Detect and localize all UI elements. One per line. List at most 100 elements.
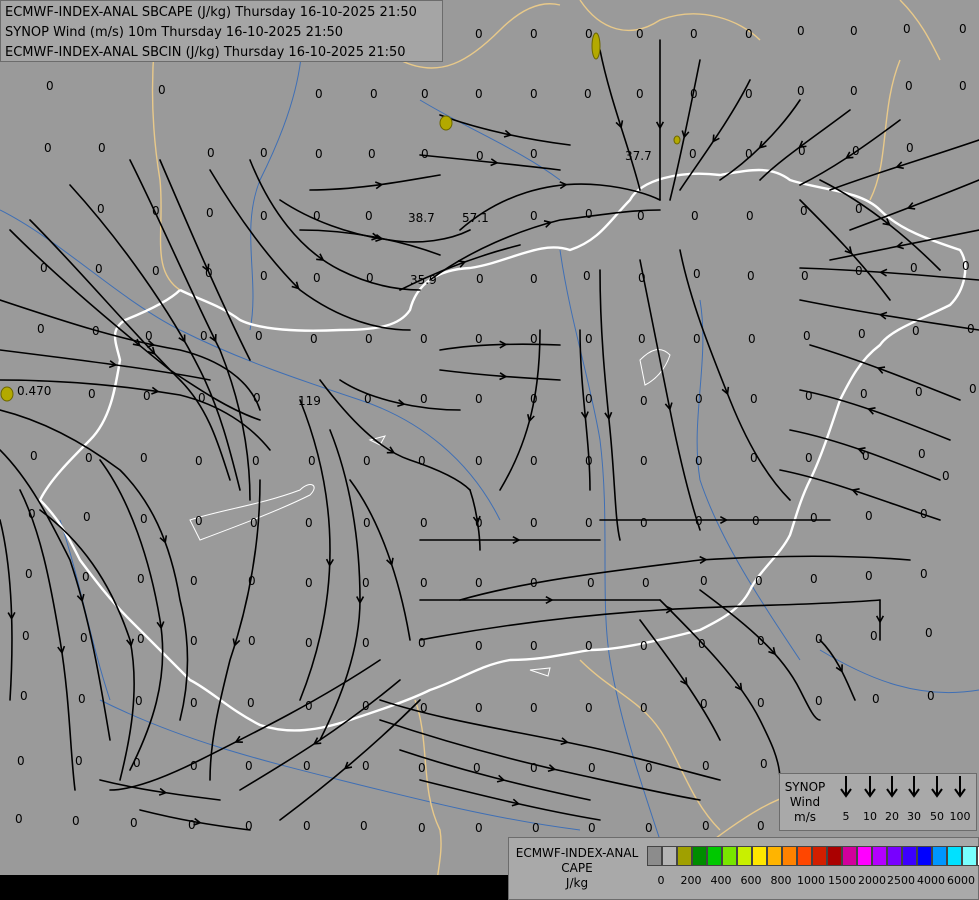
cin-zero-label: 0 <box>750 392 758 406</box>
cin-zero-label: 0 <box>475 576 483 590</box>
cin-zero-label: 0 <box>870 629 878 643</box>
cin-zero-label: 0 <box>92 324 100 338</box>
cin-zero-label: 0 <box>80 631 88 645</box>
cin-zero-label: 0 <box>585 27 593 41</box>
wind-arrow-icon <box>954 776 966 798</box>
cin-zero-label: 0 <box>702 759 710 773</box>
cape-scale-label: 800 <box>770 874 792 887</box>
cape-color-swatch <box>797 846 812 866</box>
cin-zero-label: 0 <box>30 449 38 463</box>
cin-zero-label: 0 <box>28 507 36 521</box>
cin-zero-label: 0 <box>15 812 23 826</box>
cin-zero-label: 0 <box>640 701 648 715</box>
cin-zero-label: 0 <box>206 206 214 220</box>
cin-zero-label: 0 <box>532 821 540 835</box>
wind-legend-title: SYNOP Wind m/s <box>782 780 828 825</box>
title-line-wind: SYNOP Wind (m/s) 10m Thursday 16-10-2025… <box>5 25 344 40</box>
cin-zero-label: 0 <box>303 819 311 833</box>
wind-arrow-icon <box>931 776 943 798</box>
cin-zero-label: 0 <box>637 209 645 223</box>
wind-arrow-icon <box>864 776 876 798</box>
cin-zero-label: 0 <box>22 629 30 643</box>
cin-zero-label: 0 <box>188 818 196 832</box>
cin-zero-label: 0 <box>421 87 429 101</box>
cin-zero-label: 0 <box>858 327 866 341</box>
cin-zero-label: 0 <box>418 636 426 650</box>
cin-zero-label: 0 <box>700 697 708 711</box>
cin-zero-label: 0 <box>690 87 698 101</box>
cin-zero-label: 0 <box>530 454 538 468</box>
cin-zero-label: 0 <box>253 391 261 405</box>
cin-zero-label: 0 <box>585 639 593 653</box>
cape-map[interactable]: 0 0 0 0 0 0 0 0 0 0 0 0 0 0 0 0 0 0 0 0 0 0 0 0 0 0 0 0 0 0 0 0 0 0 0 0 0 0 0 0… <box>0 0 979 900</box>
cin-zero-label: 0 <box>852 144 860 158</box>
cin-zero-label: 0 <box>421 147 429 161</box>
lakes-layer <box>189 349 671 677</box>
cin-zero-label: 0 <box>910 261 918 275</box>
cin-zero-label: 0 <box>695 392 703 406</box>
cape-color-swatch <box>857 846 872 866</box>
cin-zero-label: 0 <box>420 576 428 590</box>
cin-zero-label: 0 <box>642 576 650 590</box>
cin-zero-label: 0 <box>702 819 710 833</box>
cin-zero-label: 0 <box>37 322 45 336</box>
cape-color-swatch <box>767 846 782 866</box>
cin-zero-label: 0 <box>95 262 103 276</box>
cape-scale-label: 0 <box>657 874 665 887</box>
cin-zero-label: 0 <box>418 761 426 775</box>
cin-zero-label: 0 <box>260 209 268 223</box>
cape-color-swatch <box>962 846 977 866</box>
cin-zero-label: 0 <box>260 146 268 160</box>
cape-scale-label: 4000 <box>917 874 945 887</box>
cin-zero-label: 0 <box>303 759 311 773</box>
cin-zero-label: 0 <box>962 259 970 273</box>
cape-color-swatch <box>752 846 767 866</box>
cin-zero-label: 0 <box>752 514 760 528</box>
cape-scale-label: 600 <box>740 874 762 887</box>
cin-zero-label: 0 <box>691 209 699 223</box>
cin-zero-label: 0 <box>530 639 538 653</box>
cin-zero-label: 0 <box>260 269 268 283</box>
cape-legend-title-line: CAPE <box>561 861 593 875</box>
cape-scale-label: 2500 <box>887 874 915 887</box>
cin-zero-label: 0 <box>40 261 48 275</box>
cape-value-label: 57.1 <box>462 211 489 225</box>
cin-zero-label: 0 <box>700 574 708 588</box>
cin-zero-label: 0 <box>583 269 591 283</box>
cin-zero-label: 0 <box>75 754 83 768</box>
cin-zero-label: 0 <box>85 451 93 465</box>
cin-zero-label: 0 <box>855 202 863 216</box>
cape-value-label: 35.9 <box>410 273 437 287</box>
cin-zero-label: 0 <box>693 332 701 346</box>
cin-zero-label: 0 <box>698 637 706 651</box>
wind-arrow-icon <box>886 776 898 798</box>
cin-zero-label: 0 <box>865 569 873 583</box>
wind-arrow-icon <box>840 776 852 798</box>
cin-zero-label: 0 <box>248 574 256 588</box>
cape-value-labels-layer: 0.47011938.757.135.937.76.1621.3 <box>17 29 652 408</box>
cin-zero-label: 0 <box>97 202 105 216</box>
cin-zero-label: 0 <box>640 394 648 408</box>
cin-zero-label: 0 <box>245 819 253 833</box>
cape-legend-title: ECMWF-INDEX-ANAL CAPE J/kg <box>513 846 641 891</box>
cape-color-swatch <box>902 846 917 866</box>
cin-zero-label: 0 <box>810 511 818 525</box>
cin-zero-label: 0 <box>530 27 538 41</box>
cin-zero-label: 0 <box>585 332 593 346</box>
cin-zero-label: 0 <box>72 814 80 828</box>
cin-zero-label: 0 <box>44 141 52 155</box>
wind-arrow-icon <box>908 776 920 798</box>
cin-zero-label: 0 <box>475 87 483 101</box>
cin-zero-label: 0 <box>313 209 321 223</box>
cin-zero-label: 0 <box>362 576 370 590</box>
cape-scale-label: 200 <box>680 874 702 887</box>
cin-zero-label: 0 <box>530 761 538 775</box>
cin-zero-label: 0 <box>205 266 213 280</box>
cape-spot-top <box>591 32 601 60</box>
cin-zero-label: 0 <box>195 454 203 468</box>
cin-zero-label: 0 <box>530 87 538 101</box>
cape-spot-east <box>673 135 681 145</box>
cin-zero-label: 0 <box>530 209 538 223</box>
cin-zero-label: 0 <box>245 759 253 773</box>
cin-zero-label: 0 <box>200 329 208 343</box>
